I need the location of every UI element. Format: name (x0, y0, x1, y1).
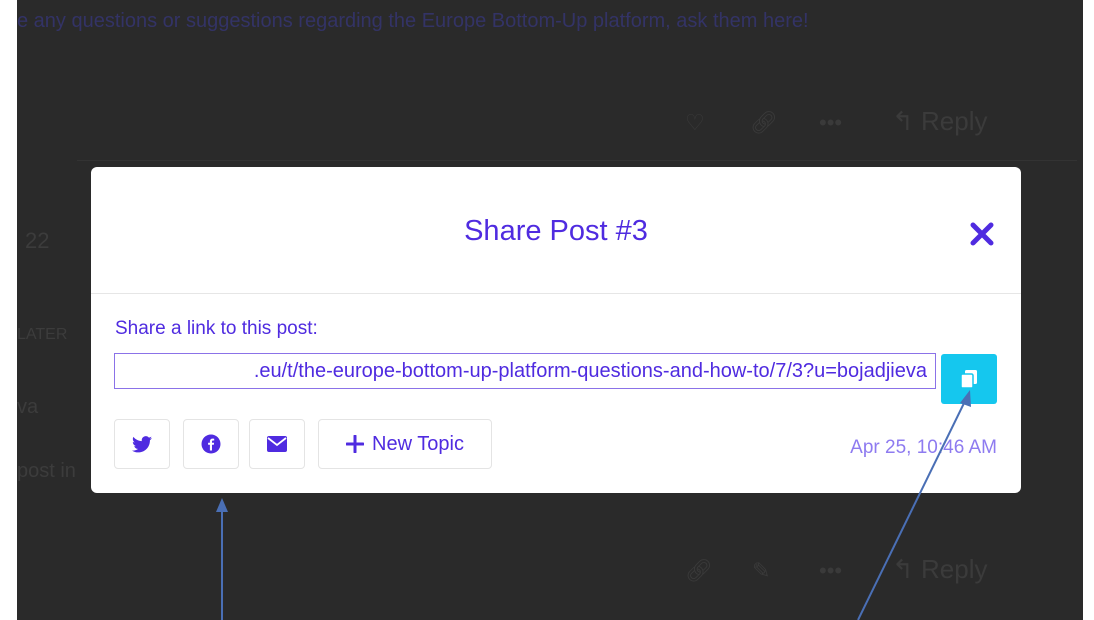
post-text-fragment: post in (17, 460, 76, 482)
share-link-label: Share a link to this post: (115, 318, 318, 339)
share-twitter-button[interactable] (114, 419, 170, 469)
facebook-icon (201, 434, 221, 454)
new-topic-button[interactable]: New Topic (318, 419, 492, 469)
plus-icon (346, 435, 365, 453)
reply-button-bottom: ↰ Reply (892, 554, 988, 585)
twitter-icon (132, 435, 152, 452)
divider (77, 160, 1077, 161)
copy-icon (960, 370, 977, 389)
reply-label: Reply (921, 106, 988, 136)
reply-icon: ↰ (892, 106, 914, 136)
more-icon: ••• (819, 110, 843, 135)
share-link-input[interactable] (114, 353, 936, 389)
pencil-icon: ✎ (752, 558, 771, 583)
later-label: LATER (17, 326, 68, 343)
link-icon: 🔗︎ (685, 558, 713, 583)
heart-icon: ♡ (685, 110, 705, 135)
close-icon (970, 222, 994, 246)
reply-icon: ↰ (892, 554, 914, 584)
envelope-icon (267, 436, 287, 452)
link-icon: 🔗︎ (750, 110, 778, 135)
copy-link-button[interactable] (941, 354, 997, 404)
author-name: va (17, 396, 39, 418)
topic-number: 22 (25, 228, 50, 253)
modal-header: Share Post #3 (91, 167, 1021, 294)
share-facebook-button[interactable] (183, 419, 239, 469)
new-topic-label: New Topic (372, 432, 464, 455)
post-text: e any questions or suggestions regarding… (17, 10, 809, 32)
close-button[interactable] (969, 221, 995, 247)
more-icon: ••• (819, 558, 843, 583)
post-date: Apr 25, 10:46 AM (850, 437, 997, 458)
reply-button-top: ↰ Reply (892, 106, 988, 137)
share-email-button[interactable] (249, 419, 305, 469)
share-post-modal: Share Post #3 Share a link to this post: (91, 167, 1021, 493)
reply-label: Reply (921, 554, 988, 584)
modal-title: Share Post #3 (464, 215, 648, 247)
